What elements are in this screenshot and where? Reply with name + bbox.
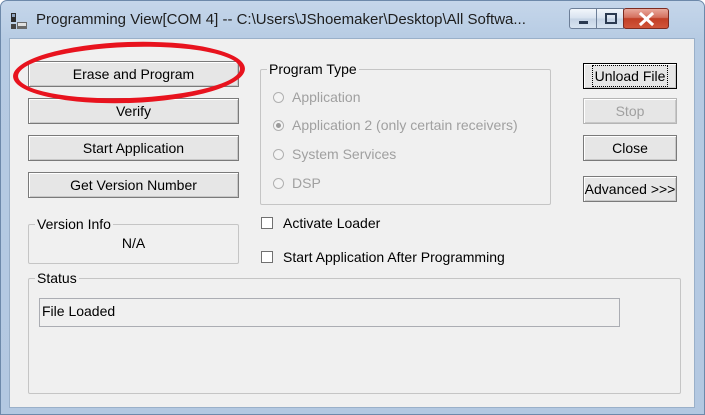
status-group: Status File Loaded (28, 270, 681, 394)
advanced-button[interactable]: Advanced >>> (583, 176, 677, 202)
get-version-number-button[interactable]: Get Version Number (28, 172, 239, 198)
app-icon (10, 12, 28, 30)
status-field: File Loaded (39, 298, 620, 327)
window-title: Programming View[COM 4] -- C:\Users\JSho… (36, 11, 526, 28)
radio-system-services-label: System Services (292, 146, 397, 162)
minimize-button[interactable] (569, 8, 597, 29)
advanced-label: Advanced >>> (584, 181, 676, 197)
erase-and-program-button[interactable]: Erase and Program (28, 61, 239, 87)
minimize-icon (579, 21, 588, 24)
stop-label: Stop (615, 103, 645, 119)
radio-application-2-indicator (273, 119, 284, 131)
radio-application[interactable]: Application (273, 89, 361, 105)
radio-application-label: Application (292, 89, 361, 105)
title-bar[interactable]: Programming View[COM 4] -- C:\Users\JSho… (1, 1, 704, 39)
activate-loader-box[interactable] (261, 217, 273, 229)
verify-button[interactable]: Verify (28, 98, 239, 124)
activate-loader-checkbox[interactable]: Activate Loader (261, 215, 380, 231)
start-after-programming-box[interactable] (261, 251, 273, 263)
dialog-client-area: Erase and Program Verify Start Applicati… (9, 38, 695, 408)
version-info-value: N/A (121, 235, 146, 251)
status-value: File Loaded (42, 303, 116, 319)
program-type-group: Program Type Application Application 2 (… (260, 61, 551, 205)
radio-application-2-label: Application 2 (only certain receivers) (292, 117, 518, 133)
radio-system-services-indicator (273, 148, 284, 160)
program-type-title: Program Type (267, 61, 359, 77)
version-info-group: Version Info N/A (28, 216, 239, 264)
programming-view-window: Programming View[COM 4] -- C:\Users\JSho… (0, 0, 705, 415)
activate-loader-label: Activate Loader (283, 215, 381, 231)
close-label: Close (612, 140, 648, 156)
radio-dsp-label: DSP (292, 175, 321, 191)
close-button[interactable]: Close (583, 135, 677, 161)
radio-application-indicator (273, 91, 284, 103)
version-info-title: Version Info (35, 216, 113, 232)
start-after-programming-checkbox[interactable]: Start Application After Programming (261, 249, 505, 265)
close-icon (638, 11, 655, 27)
maximize-icon (605, 13, 617, 24)
unload-file-label: Unload File (591, 65, 669, 87)
stop-button[interactable]: Stop (583, 98, 677, 124)
radio-dsp[interactable]: DSP (273, 175, 321, 191)
radio-dsp-indicator (273, 177, 284, 189)
erase-and-program-label: Erase and Program (72, 66, 195, 82)
verify-label: Verify (115, 103, 151, 119)
maximize-button[interactable] (596, 8, 624, 29)
start-after-programming-label: Start Application After Programming (283, 249, 505, 265)
start-application-label: Start Application (82, 140, 185, 156)
radio-application-2[interactable]: Application 2 (only certain receivers) (273, 117, 518, 133)
unload-file-button[interactable]: Unload File (583, 63, 677, 89)
close-window-button[interactable] (623, 8, 669, 29)
status-title: Status (35, 270, 79, 286)
radio-system-services[interactable]: System Services (273, 146, 396, 162)
get-version-number-label: Get Version Number (70, 177, 197, 193)
start-application-button[interactable]: Start Application (28, 135, 239, 161)
